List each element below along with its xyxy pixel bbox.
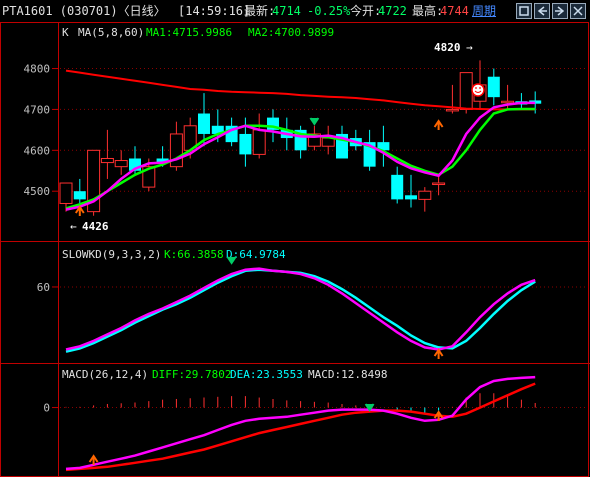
main-legend-ma1: MA1:4715.9986 xyxy=(146,26,232,39)
main-tick-label: 4500 xyxy=(24,185,51,198)
clock-time: [14:59:16] xyxy=(178,4,251,18)
box-icon[interactable] xyxy=(516,3,532,19)
kd-legend-k: K:66.3858 xyxy=(164,248,224,261)
candle xyxy=(73,178,86,204)
candle xyxy=(363,129,376,171)
candle-body xyxy=(391,174,404,200)
kd-tick-label: 60 xyxy=(37,281,50,294)
candle xyxy=(294,125,307,159)
candle xyxy=(87,149,101,216)
latest-label: 最新: xyxy=(244,4,276,18)
chart-svg: K MA(5,8,60) MA1:4715.9986 MA2:4700.9899… xyxy=(0,22,590,477)
sell-arrow-icon xyxy=(309,117,320,126)
main-tick-label: 4600 xyxy=(24,144,51,157)
buy-arrow-icon xyxy=(433,119,444,130)
candle xyxy=(336,125,348,159)
main-tick-label: 4700 xyxy=(24,103,51,116)
candle-body xyxy=(405,195,417,200)
candle-body xyxy=(501,100,515,104)
main-legend-params: MA(5,8,60) xyxy=(78,26,144,39)
candle-body xyxy=(418,190,432,200)
candle-body xyxy=(459,72,473,110)
smiley-icon xyxy=(471,83,485,97)
macd-legend-macd: MACD:12.8498 xyxy=(308,368,387,381)
candle xyxy=(487,68,500,106)
candle xyxy=(100,129,114,179)
candle-body xyxy=(169,133,183,168)
candle-body xyxy=(239,133,252,155)
title-bar: PTA1601 (030701)〈日线〉 [14:59:16] 最新: 4714… xyxy=(0,0,590,22)
high-label: 最高: xyxy=(412,4,444,18)
high-annotation-arrow: → xyxy=(466,41,473,54)
sell-arrow-icon xyxy=(226,256,237,265)
candle-body xyxy=(445,108,459,112)
macd-legend-diff: DIFF:29.7802 xyxy=(152,368,231,381)
candle xyxy=(418,187,432,212)
candle xyxy=(432,174,446,196)
candle-body xyxy=(487,76,500,98)
candle-body xyxy=(73,191,86,200)
low-annotation-arrow: ← xyxy=(70,220,77,233)
symbol-title: PTA1601 (030701)〈日线〉 xyxy=(2,4,166,18)
change-percent: -0.25% xyxy=(307,4,351,18)
chart-frame: K MA(5,8,60) MA1:4715.9986 MA2:4700.9899… xyxy=(0,22,590,477)
candle-body xyxy=(59,182,73,204)
kd-k-line xyxy=(65,267,536,351)
buy-arrow-icon xyxy=(433,348,444,359)
period-link[interactable]: 周期 xyxy=(472,4,496,18)
main-legend-prefix: K xyxy=(62,26,69,39)
candle-body xyxy=(252,129,266,155)
candle xyxy=(391,166,404,204)
latest-value: 4714 xyxy=(272,4,301,18)
main-legend-ma2: MA2:4700.9899 xyxy=(248,26,334,39)
kd-d-line xyxy=(65,268,536,353)
low-annotation: 4426 xyxy=(82,220,109,233)
open-label: 今开: xyxy=(350,4,382,18)
arrow-right-icon[interactable] xyxy=(552,3,568,19)
macd-dea-line xyxy=(65,382,536,472)
candle xyxy=(377,125,390,167)
kd-legend-name: SLOWKD(9,3,3,2) xyxy=(62,248,161,261)
candle xyxy=(445,84,459,114)
macd-legend-dea: DEA:23.3553 xyxy=(230,368,303,381)
arrow-left-icon[interactable] xyxy=(534,3,550,19)
candle xyxy=(169,121,183,171)
high-value: 4744 xyxy=(440,4,469,18)
candle-body xyxy=(114,160,128,168)
high-annotation: 4820 xyxy=(434,41,461,54)
macd-legend-name: MACD(26,12,4) xyxy=(62,368,148,381)
candle-body xyxy=(100,157,114,164)
candle-body xyxy=(432,182,446,186)
candle xyxy=(515,93,528,110)
macd-tick-label: 0 xyxy=(43,402,50,415)
open-value: 4722 xyxy=(378,4,407,18)
candle-body xyxy=(321,137,335,147)
candle-body xyxy=(198,113,210,134)
candle xyxy=(252,113,266,159)
close-icon[interactable] xyxy=(570,3,586,19)
main-tick-label: 4800 xyxy=(24,63,51,76)
candle xyxy=(114,150,128,175)
candle xyxy=(405,174,417,208)
